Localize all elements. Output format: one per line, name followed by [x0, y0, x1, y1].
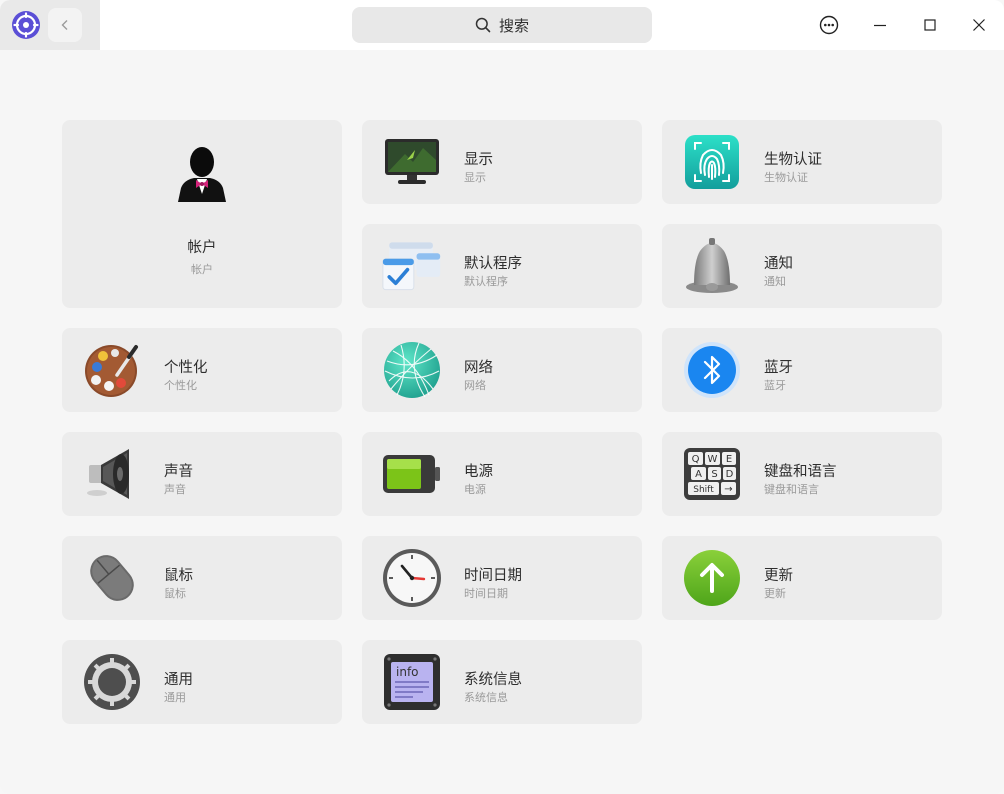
maximize-button[interactable] — [913, 8, 947, 42]
module-card-network[interactable]: 网络 网络 — [362, 328, 642, 412]
module-subtitle: 通知 — [764, 275, 786, 288]
keycap-q: Q — [692, 454, 700, 465]
module-card-power[interactable]: 电源 电源 — [362, 432, 642, 516]
keycap-d: D — [726, 469, 734, 480]
speaker-icon — [82, 445, 142, 503]
maximize-icon — [924, 19, 936, 31]
control-center-app-icon — [12, 11, 40, 39]
module-card-account[interactable]: 帐户 帐户 — [62, 120, 342, 308]
info-label: info — [396, 665, 419, 679]
search-icon — [475, 17, 491, 33]
search-placeholder: 搜索 — [498, 16, 529, 35]
module-card-sysinfo[interactable]: info 系统信息 系统信息 — [362, 640, 642, 724]
module-subtitle: 鼠标 — [164, 587, 186, 600]
module-card-mouse[interactable]: 鼠标 鼠标 — [62, 536, 342, 620]
module-subtitle: 默认程序 — [464, 275, 508, 288]
module-title: 鼠标 — [164, 568, 193, 584]
module-card-general[interactable]: 通用 通用 — [62, 640, 342, 724]
keycap-e: E — [726, 454, 732, 465]
module-title: 通用 — [164, 672, 193, 688]
minimize-icon — [874, 24, 886, 27]
module-title: 个性化 — [164, 360, 208, 376]
module-card-display[interactable]: 显示 显示 — [362, 120, 642, 204]
module-subtitle: 电源 — [464, 483, 486, 496]
module-card-bluetooth[interactable]: 蓝牙 蓝牙 — [662, 328, 942, 412]
bell-icon — [682, 237, 742, 295]
module-subtitle: 通用 — [164, 691, 186, 704]
module-title: 声音 — [164, 464, 193, 480]
module-title: 显示 — [464, 152, 493, 168]
main-menu-button[interactable] — [812, 8, 846, 42]
module-card-default-apps[interactable]: 默认程序 默认程序 — [362, 224, 642, 308]
more-options-icon — [819, 15, 839, 35]
module-card-sound[interactable]: 声音 声音 — [62, 432, 342, 516]
bluetooth-icon — [682, 341, 742, 399]
module-card-personalize[interactable]: 个性化 个性化 — [62, 328, 342, 412]
keycap-a: A — [695, 469, 702, 480]
module-title: 键盘和语言 — [764, 464, 837, 480]
module-subtitle: 帐户 — [191, 263, 213, 276]
module-title: 系统信息 — [464, 672, 522, 688]
keyboard-icon: Q W E A S D Shift → — [682, 445, 742, 503]
module-subtitle: 更新 — [764, 587, 786, 600]
display-monitor-icon — [382, 133, 442, 191]
close-button[interactable] — [962, 8, 996, 42]
clock-icon — [382, 549, 442, 607]
module-subtitle: 声音 — [164, 483, 186, 496]
titlebar: 搜索 — [0, 0, 1004, 50]
module-title: 时间日期 — [464, 568, 522, 584]
palette-icon — [82, 341, 142, 399]
mouse-icon — [82, 549, 142, 607]
keycap-w: W — [708, 454, 718, 465]
keycap-s: S — [711, 469, 717, 480]
minimize-button[interactable] — [863, 8, 897, 42]
module-subtitle: 网络 — [464, 379, 486, 392]
module-card-update[interactable]: 更新 更新 — [662, 536, 942, 620]
module-subtitle: 系统信息 — [464, 691, 508, 704]
close-icon — [973, 19, 985, 31]
module-title: 帐户 — [187, 240, 217, 256]
module-subtitle: 蓝牙 — [764, 379, 786, 392]
titlebar-left-panel — [0, 0, 100, 50]
module-title: 通知 — [764, 256, 793, 272]
account-icon — [172, 144, 232, 202]
module-card-notification[interactable]: 通知 通知 — [662, 224, 942, 308]
search-box[interactable]: 搜索 — [352, 7, 652, 43]
module-title: 蓝牙 — [764, 360, 793, 376]
control-center-window: 搜索 帐户 帐户 显示 显示 生物认证 生物认证 默认程序 默认程序 通知 通知… — [0, 0, 1004, 794]
module-card-keyboard[interactable]: Q W E A S D Shift → 键盘和语言 键盘和语言 — [662, 432, 942, 516]
battery-icon — [382, 445, 442, 503]
fingerprint-icon — [682, 133, 742, 191]
module-title: 生物认证 — [764, 152, 822, 168]
keycap-arrow: → — [724, 484, 732, 495]
module-title: 更新 — [764, 568, 793, 584]
system-info-icon: info — [382, 653, 442, 711]
gear-icon — [82, 653, 142, 711]
module-subtitle: 显示 — [464, 171, 486, 184]
module-title: 默认程序 — [464, 256, 522, 272]
module-subtitle: 个性化 — [164, 379, 197, 392]
default-apps-icon — [382, 237, 442, 295]
module-subtitle: 生物认证 — [764, 171, 808, 184]
back-button[interactable] — [48, 8, 82, 42]
update-arrow-icon — [682, 549, 742, 607]
module-title: 网络 — [464, 360, 493, 376]
module-card-biometric[interactable]: 生物认证 生物认证 — [662, 120, 942, 204]
chevron-left-icon — [61, 20, 68, 30]
module-title: 电源 — [464, 464, 493, 480]
module-subtitle: 键盘和语言 — [764, 483, 819, 496]
module-subtitle: 时间日期 — [464, 587, 508, 600]
network-globe-icon — [382, 341, 442, 399]
module-card-datetime[interactable]: 时间日期 时间日期 — [362, 536, 642, 620]
keycap-shift: Shift — [693, 485, 714, 495]
